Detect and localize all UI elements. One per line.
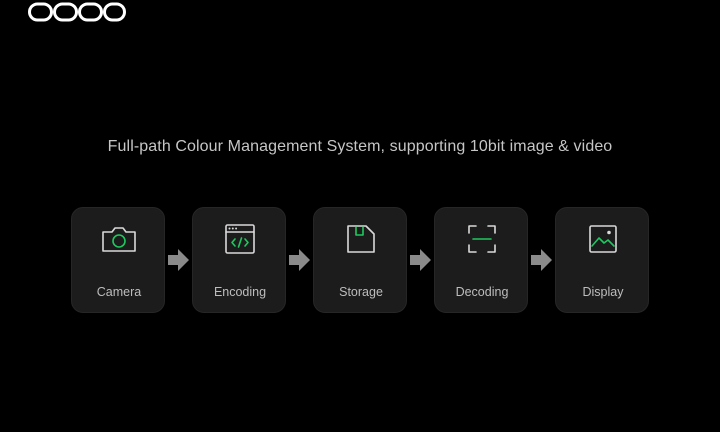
stage-label: Decoding	[455, 285, 509, 299]
arrow-right-icon	[289, 249, 310, 271]
stage-label: Storage	[339, 285, 383, 299]
stage-display: Display	[555, 207, 649, 313]
stage-label: Camera	[96, 285, 142, 299]
arrow-right-icon	[168, 249, 189, 271]
image-icon	[556, 222, 650, 256]
arrow-right-icon	[410, 249, 431, 271]
stage-label: Display	[582, 285, 624, 299]
headline: Full-path Colour Management System, supp…	[107, 138, 613, 155]
scan-frame-icon	[435, 222, 529, 256]
stage-storage: Storage	[313, 207, 407, 313]
code-window-icon	[193, 222, 287, 256]
stage-label: Encoding	[213, 285, 267, 299]
arrow-right-icon	[531, 249, 552, 271]
stage-encoding: Encoding	[192, 207, 286, 313]
stage-decoding: Decoding	[434, 207, 528, 313]
color-pipeline: Camera Encoding Storage Decoding Display	[71, 207, 649, 313]
oppo-logo	[28, 0, 126, 26]
sd-card-icon	[314, 222, 408, 256]
stage-camera: Camera	[71, 207, 165, 313]
camera-icon	[72, 222, 166, 256]
